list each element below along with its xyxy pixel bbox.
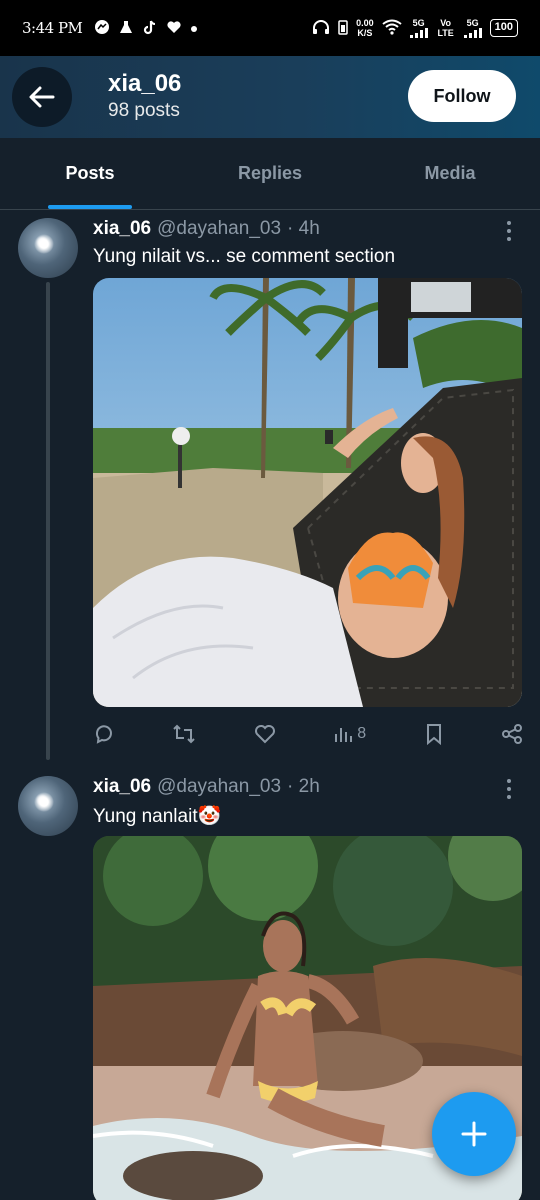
post-image[interactable] [93, 278, 522, 707]
post-username[interactable]: xia_06 [93, 776, 151, 798]
net-speed: 0.00 K/S [356, 18, 374, 38]
post-meta: xia_06 @dayahan_03 · 4h [93, 218, 320, 240]
signal-bars-icon [463, 28, 482, 38]
tiktok-icon [142, 19, 158, 38]
more-vertical-icon[interactable] [502, 219, 516, 243]
post-item[interactable]: xia_06 @dayahan_03 · 4h Yung nilait vs..… [0, 210, 540, 770]
post-username[interactable]: xia_06 [93, 218, 151, 240]
notification-icons [94, 19, 198, 38]
headphones-icon [312, 19, 330, 38]
retweet-icon [173, 724, 196, 744]
volte: Vo LTE [437, 18, 454, 38]
bookmark-button[interactable] [424, 723, 444, 745]
arrow-left-icon [29, 86, 55, 108]
status-bar: 3:44 PM 0.00 K/S 5G Vo LTE 5G 100 [0, 0, 540, 56]
signal-2-label: 5G [466, 18, 479, 28]
tab-posts[interactable]: Posts [0, 138, 180, 209]
heart-icon [254, 725, 275, 744]
thread-line [46, 282, 50, 760]
tab-media[interactable]: Media [360, 138, 540, 209]
post-handle: @dayahan_03 [157, 218, 282, 239]
dot-icon [190, 20, 198, 36]
signal-2: 5G [463, 18, 482, 38]
avatar[interactable] [18, 218, 78, 278]
tab-media-label: Media [424, 163, 476, 183]
signal-1: 5G [409, 18, 428, 38]
bookmark-icon [426, 724, 441, 745]
views-count: 8 [357, 725, 367, 742]
tab-replies-label: Replies [237, 163, 303, 183]
compose-button[interactable] [432, 1092, 516, 1176]
like-button[interactable] [254, 723, 276, 745]
share-icon [501, 724, 522, 744]
net-speed-value: 0.00 [356, 18, 374, 28]
views-button[interactable]: 8 [333, 724, 366, 744]
comment-icon [95, 725, 112, 744]
post-meta: xia_06 @dayahan_03 · 2h [93, 776, 320, 798]
avatar[interactable] [18, 776, 78, 836]
battery-saver-icon [338, 19, 348, 38]
post-actions: 8 [93, 719, 523, 749]
flask-icon [118, 19, 134, 38]
profile-title-block: xia_06 98 posts [108, 70, 181, 122]
more-vertical-icon[interactable] [502, 777, 516, 801]
resort-photo [93, 278, 522, 707]
messenger-icon [94, 19, 110, 38]
active-tab-indicator [48, 205, 132, 209]
post-time: · 2h [287, 776, 320, 797]
post-time: · 4h [287, 218, 320, 239]
tab-replies[interactable]: Replies [180, 138, 360, 209]
post-text: Yung nilait vs... se comment section [93, 246, 396, 267]
wifi-icon [382, 19, 402, 38]
bar-chart-icon [335, 728, 353, 742]
retweet-button[interactable] [172, 723, 196, 745]
share-button[interactable] [501, 723, 523, 745]
profile-header: xia_06 98 posts Follow [0, 56, 540, 138]
tab-posts-label: Posts [65, 163, 115, 183]
system-icons: 0.00 K/S 5G Vo LTE 5G 100 [312, 18, 518, 38]
plus-icon [461, 1121, 487, 1147]
heart-status-icon [166, 19, 182, 38]
signal-1-label: 5G [412, 18, 425, 28]
follow-button[interactable]: Follow [408, 70, 516, 122]
battery-indicator: 100 [489, 19, 518, 37]
post-count: 98 posts [108, 100, 180, 121]
reply-button[interactable] [93, 723, 115, 745]
back-button[interactable] [12, 67, 72, 127]
profile-name: xia_06 [108, 70, 182, 97]
post-text: Yung nanlait🤡 [93, 806, 222, 827]
profile-tabs: Posts Replies Media [0, 138, 540, 210]
net-speed-unit: K/S [357, 28, 373, 38]
status-time: 3:44 PM [22, 19, 83, 37]
post-handle: @dayahan_03 [157, 776, 282, 797]
signal-bars-icon [409, 28, 428, 38]
